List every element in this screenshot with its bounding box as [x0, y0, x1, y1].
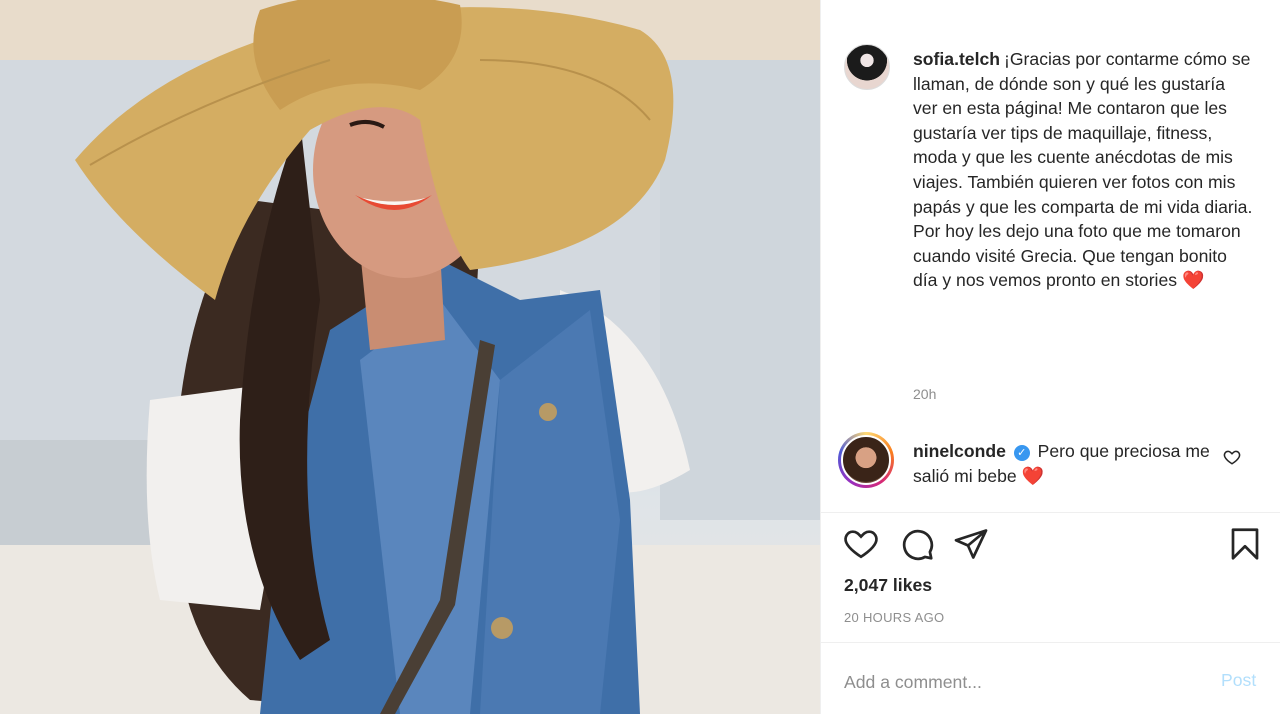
small-heart-icon[interactable] [1223, 448, 1241, 471]
divider [821, 512, 1280, 513]
commenter-username[interactable]: ninelconde [913, 441, 1006, 461]
heart-outline-icon[interactable] [843, 526, 879, 567]
caption-paragraph-2: Por hoy les dejo una foto que me tomaron… [913, 219, 1253, 293]
bookmark-icon[interactable] [1227, 526, 1263, 567]
add-comment-input[interactable] [844, 668, 1174, 696]
post-comment-button[interactable]: Post [1221, 670, 1256, 691]
author-avatar[interactable] [844, 44, 890, 90]
commenter-avatar[interactable] [838, 432, 894, 488]
author-username[interactable]: sofia.telch [913, 49, 1000, 69]
likes-count[interactable]: 2,047 likes [844, 575, 932, 596]
paper-plane-icon[interactable] [953, 526, 989, 567]
caption-paragraph-1: sofia.telch ¡Gracias por contarme cómo se… [913, 47, 1253, 219]
caption-text-1: ¡Gracias por contarme cómo se llaman, de… [913, 49, 1253, 217]
post-timestamp[interactable]: 20 HOURS AGO [844, 610, 944, 625]
post-photo[interactable] [0, 0, 820, 714]
photo-illustration [0, 0, 820, 714]
verified-badge-icon: ✓ [1013, 445, 1030, 461]
caption-timestamp[interactable]: 20h [913, 386, 936, 402]
speech-bubble-icon[interactable] [899, 526, 935, 567]
heart-emoji: ❤️ [1181, 270, 1205, 291]
divider [821, 642, 1280, 643]
comment: ninelconde ✓ Pero que preciosa me salió … [913, 439, 1213, 489]
post-caption: sofia.telch ¡Gracias por contarme cómo se… [913, 47, 1253, 293]
comment-heart-emoji: ❤️ [1021, 466, 1044, 486]
commenter-avatar-image [841, 435, 891, 485]
post-details-panel: sofia.telch ¡Gracias por contarme cómo se… [820, 0, 1280, 714]
